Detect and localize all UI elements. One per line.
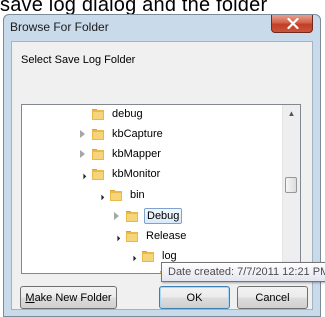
tree-expander-collapsed-icon[interactable] (76, 128, 88, 140)
tree-item-label: Release (146, 230, 187, 242)
tree-expander-collapsed-icon[interactable] (110, 210, 122, 222)
ok-button[interactable]: OK (159, 286, 230, 309)
tree-item-label: bin (130, 189, 145, 201)
tree-item-label: kbCapture (112, 128, 163, 140)
tree-item-debug[interactable]: debug (76, 105, 145, 124)
folder-icon (91, 107, 105, 121)
folder-icon (141, 249, 155, 263)
tree-expander-collapsed-icon[interactable] (76, 148, 88, 160)
make-new-folder-button[interactable]: Make New Folder (20, 286, 117, 309)
folder-tooltip: Date created: 7/7/2011 12:21 PM (161, 262, 325, 282)
tree-item-bin[interactable]: bin (94, 185, 147, 205)
tree-item-label: debug (112, 108, 143, 120)
close-button[interactable] (271, 15, 313, 33)
folder-icon (91, 167, 105, 181)
close-x-icon (287, 18, 299, 29)
tree-expander-expanded-icon[interactable] (110, 230, 122, 242)
tree-item-kbmapper[interactable]: kbMapper (76, 144, 163, 164)
tree-expander-expanded-icon[interactable] (76, 168, 88, 180)
tree-item-label-selected: Debug (144, 208, 183, 224)
mnemonic-letter: M (25, 291, 35, 304)
dialog-title: Browse For Folder (10, 20, 109, 34)
tree-expander-expanded-icon[interactable] (94, 189, 106, 201)
cancel-label: Cancel (255, 291, 290, 304)
tree-item-label: kbMonitor (112, 168, 161, 180)
folder-icon (91, 147, 105, 161)
folder-icon (125, 229, 139, 243)
tree-expander (144, 270, 156, 273)
tooltip-text: Date created: 7/7/2011 12:21 PM (168, 266, 325, 278)
make-new-folder-label: ake New Folder (34, 291, 112, 304)
scroll-up-arrow-icon[interactable]: ▲ (283, 105, 300, 122)
vertical-scrollbar[interactable]: ▲ ▼ (282, 105, 300, 273)
title-bar[interactable]: Browse For Folder (4, 15, 320, 41)
tree-item-debug-selected[interactable]: Debug (110, 206, 183, 226)
ok-label: OK (186, 291, 203, 304)
folder-icon (91, 127, 105, 141)
tree-expander-expanded-icon[interactable] (126, 250, 138, 262)
dialog-prompt: Select Save Log Folder (21, 54, 136, 66)
folder-icon (125, 209, 139, 223)
tree-item-kbcapture[interactable]: kbCapture (76, 124, 165, 144)
cancel-button[interactable]: Cancel (237, 286, 308, 309)
tree-item-label: kbMapper (112, 148, 161, 160)
tree-item-release[interactable]: Release (110, 226, 188, 246)
tree-expander (76, 108, 88, 120)
tree-item-kbmonitor[interactable]: kbMonitor (76, 164, 162, 184)
folder-tree[interactable]: debug kbCapture kbMapper kbMonitor bin D… (21, 104, 301, 274)
folder-icon (109, 188, 123, 202)
scroll-thumb[interactable] (285, 177, 297, 193)
tree-item-label: log (162, 250, 177, 262)
